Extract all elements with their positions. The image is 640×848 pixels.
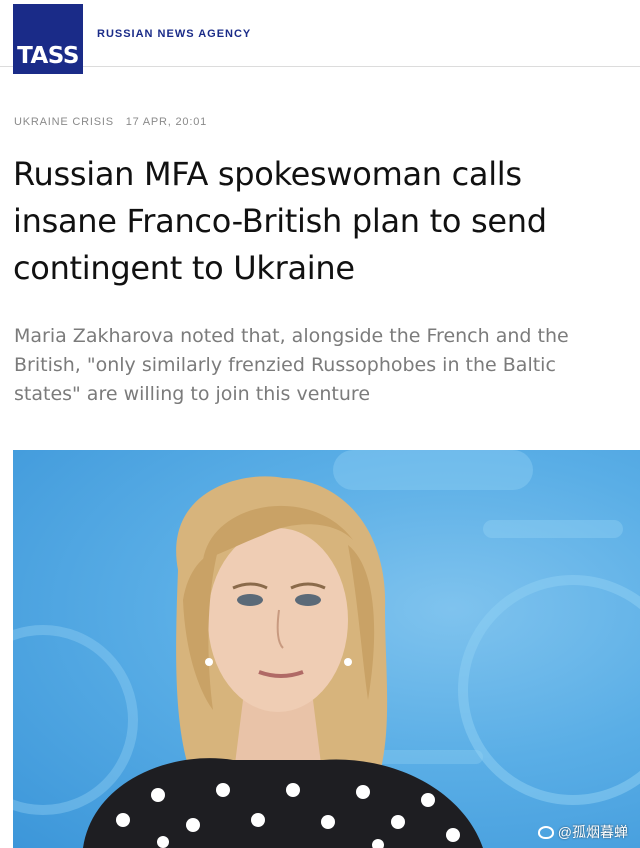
article-meta: UKRAINE CRISIS 17 APR, 20:01 [14,116,207,128]
weibo-icon [537,825,554,839]
category-link[interactable]: UKRAINE CRISIS [14,116,114,128]
portrait-illustration [13,450,640,848]
watermark: @孤烟暮蝉 [537,822,628,842]
article-photo: @孤烟暮蝉 [13,450,640,848]
tass-logo[interactable]: TASS [13,4,83,74]
agency-name: RUSSIAN NEWS AGENCY [97,28,252,40]
logo-text: TASS [17,43,79,69]
site-header: TASS RUSSIAN NEWS AGENCY [0,0,640,74]
watermark-text: @孤烟暮蝉 [557,824,628,840]
timestamp: 17 APR, 20:01 [125,116,208,128]
article-headline: Russian MFA spokeswoman calls insane Fra… [13,155,547,287]
article-lead: Maria Zakharova noted that, alongside th… [14,325,569,405]
